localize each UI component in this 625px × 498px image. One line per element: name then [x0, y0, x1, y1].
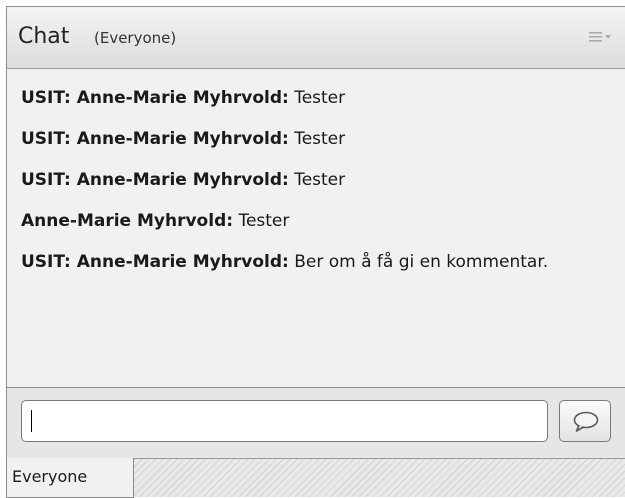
chat-tab-bar: Everyone [6, 458, 625, 498]
chat-scope-label: (Everyone) [94, 29, 177, 47]
chat-message: USIT: Anne-Marie Myhrvold: Tester [21, 87, 611, 110]
message-sender: Anne-Marie Myhrvold: [21, 211, 234, 231]
message-sender: USIT: Anne-Marie Myhrvold: [21, 129, 289, 149]
message-sender: USIT: Anne-Marie Myhrvold: [21, 88, 289, 108]
message-text: Ber om å få gi en kommentar. [288, 252, 549, 272]
message-text: Tester [288, 170, 346, 190]
message-text: Tester [288, 129, 346, 149]
message-sender: USIT: Anne-Marie Myhrvold: [21, 252, 289, 272]
tab-everyone[interactable]: Everyone [6, 458, 134, 498]
chat-message: USIT: Anne-Marie Myhrvold: Tester [21, 169, 611, 192]
chat-message: Anne-Marie Myhrvold: Tester [21, 210, 611, 233]
chat-pod: Chat (Everyone) USIT: Anne-Marie Myhrvol… [6, 6, 625, 498]
pod-menu-icon[interactable] [589, 29, 613, 45]
chat-title: Chat [18, 24, 70, 49]
message-sender: USIT: Anne-Marie Myhrvold: [21, 170, 289, 190]
chat-header: Chat (Everyone) [7, 7, 625, 69]
speech-bubble-icon [573, 411, 599, 432]
text-caret [31, 410, 32, 432]
send-message-button[interactable] [559, 400, 611, 442]
message-text: Tester [288, 88, 346, 108]
message-text: Tester [233, 211, 290, 231]
chat-message-input[interactable] [21, 400, 548, 442]
chat-message: USIT: Anne-Marie Myhrvold: Ber om å få g… [21, 251, 611, 274]
chat-message: USIT: Anne-Marie Myhrvold: Tester [21, 128, 611, 151]
compose-bar [7, 388, 625, 458]
message-list: USIT: Anne-Marie Myhrvold: Tester USIT: … [7, 69, 625, 388]
